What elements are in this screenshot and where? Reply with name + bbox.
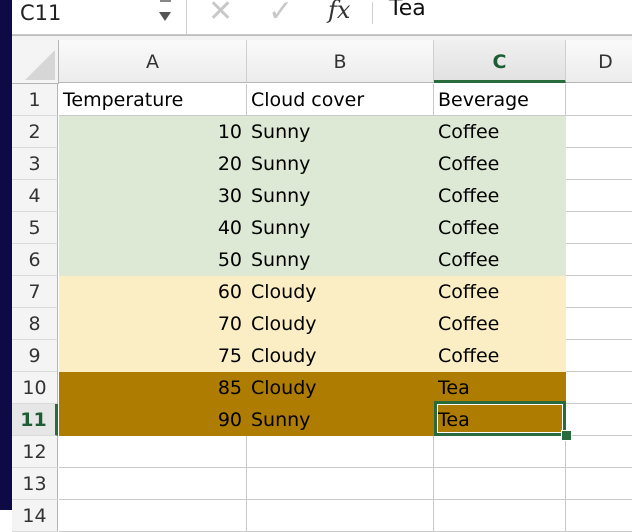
cell-d3[interactable] bbox=[566, 148, 632, 180]
cell-b12[interactable] bbox=[247, 436, 434, 468]
cell-d7[interactable] bbox=[566, 276, 632, 308]
cell-a14[interactable] bbox=[59, 500, 247, 532]
insert-function-button[interactable]: fx bbox=[328, 0, 350, 24]
cell-b9[interactable]: Cloudy bbox=[247, 340, 434, 372]
row-header-12[interactable]: 12 bbox=[12, 436, 58, 468]
cell-a5[interactable]: 40 bbox=[59, 212, 247, 244]
column-header-b[interactable]: B bbox=[247, 40, 434, 83]
divider bbox=[186, 0, 187, 34]
cell-a3[interactable]: 20 bbox=[59, 148, 247, 180]
row-header-3[interactable]: 3 bbox=[12, 148, 58, 180]
cell-b10[interactable]: Cloudy bbox=[247, 372, 434, 404]
cell-a10[interactable]: 85 bbox=[59, 372, 247, 404]
cell-d8[interactable] bbox=[566, 308, 632, 340]
row-header-14[interactable]: 14 bbox=[12, 500, 58, 532]
cell-d1[interactable] bbox=[566, 84, 632, 116]
row-header-11[interactable]: 11 bbox=[12, 404, 58, 436]
cell-c3[interactable]: Coffee bbox=[434, 148, 566, 180]
cell-b8[interactable]: Cloudy bbox=[247, 308, 434, 340]
name-box-dropdown[interactable] bbox=[158, 0, 174, 30]
row-header-13[interactable]: 13 bbox=[12, 468, 58, 500]
cell-d4[interactable] bbox=[566, 180, 632, 212]
row-header-4[interactable]: 4 bbox=[12, 180, 58, 212]
column-header-d[interactable]: D bbox=[566, 40, 632, 83]
cell-d11[interactable] bbox=[566, 404, 632, 436]
row-header-10[interactable]: 10 bbox=[12, 372, 58, 404]
row-header-1[interactable]: 1 bbox=[12, 84, 58, 116]
cell-d12[interactable] bbox=[566, 436, 632, 468]
cell-a2[interactable]: 10 bbox=[59, 116, 247, 148]
cell-d14[interactable] bbox=[566, 500, 632, 532]
row-header-8[interactable]: 8 bbox=[12, 308, 58, 340]
cell-d2[interactable] bbox=[566, 116, 632, 148]
cell-a11[interactable]: 90 bbox=[59, 404, 247, 436]
scroll-up-icon bbox=[160, 0, 171, 2]
cell-b5[interactable]: Sunny bbox=[247, 212, 434, 244]
enter-check-icon[interactable]: ✓ bbox=[268, 0, 293, 29]
cell-b4[interactable]: Sunny bbox=[247, 180, 434, 212]
divider bbox=[372, 2, 373, 24]
cell-a9[interactable]: 75 bbox=[59, 340, 247, 372]
cell-a4[interactable]: 30 bbox=[59, 180, 247, 212]
row-header-6[interactable]: 6 bbox=[12, 244, 58, 276]
select-all-button[interactable] bbox=[12, 40, 59, 84]
cell-c1[interactable]: Beverage bbox=[434, 84, 566, 116]
cell-a1[interactable]: Temperature bbox=[59, 84, 247, 116]
row-header-2[interactable]: 2 bbox=[12, 116, 58, 148]
cell-c4[interactable]: Coffee bbox=[434, 180, 566, 212]
cell-d10[interactable] bbox=[566, 372, 632, 404]
cell-d9[interactable] bbox=[566, 340, 632, 372]
formula-input[interactable]: Tea bbox=[389, 0, 426, 21]
cell-a12[interactable] bbox=[59, 436, 247, 468]
cell-b2[interactable]: Sunny bbox=[247, 116, 434, 148]
cell-c8[interactable]: Coffee bbox=[434, 308, 566, 340]
cell-c13[interactable] bbox=[434, 468, 566, 500]
row-header-5[interactable]: 5 bbox=[12, 212, 58, 244]
cell-c14[interactable] bbox=[434, 500, 566, 532]
column-header-c[interactable]: C bbox=[434, 40, 566, 83]
cell-d5[interactable] bbox=[566, 212, 632, 244]
cell-a7[interactable]: 60 bbox=[59, 276, 247, 308]
cancel-icon[interactable]: ✕ bbox=[208, 0, 233, 29]
row-header-7[interactable]: 7 bbox=[12, 276, 58, 308]
cell-b1[interactable]: Cloud cover bbox=[247, 84, 434, 116]
cell-c12[interactable] bbox=[434, 436, 566, 468]
fill-handle[interactable] bbox=[561, 430, 572, 441]
cell-d6[interactable] bbox=[566, 244, 632, 276]
cell-a13[interactable] bbox=[59, 468, 247, 500]
cell-d13[interactable] bbox=[566, 468, 632, 500]
cell-c10[interactable]: Tea bbox=[434, 372, 566, 404]
cell-c9[interactable]: Coffee bbox=[434, 340, 566, 372]
cell-b14[interactable] bbox=[247, 500, 434, 532]
cell-c2[interactable]: Coffee bbox=[434, 116, 566, 148]
cell-b7[interactable]: Cloudy bbox=[247, 276, 434, 308]
cell-b11[interactable]: Sunny bbox=[247, 404, 434, 436]
cell-c5[interactable]: Coffee bbox=[434, 212, 566, 244]
select-all-triangle-icon bbox=[25, 50, 55, 80]
cell-c6[interactable]: Coffee bbox=[434, 244, 566, 276]
chevron-down-icon bbox=[159, 12, 171, 21]
selected-cell-border bbox=[434, 401, 566, 436]
cell-b6[interactable]: Sunny bbox=[247, 244, 434, 276]
cell-a6[interactable]: 50 bbox=[59, 244, 247, 276]
cell-a8[interactable]: 70 bbox=[59, 308, 247, 340]
column-header-a[interactable]: A bbox=[59, 40, 247, 83]
name-box[interactable]: C11 bbox=[20, 0, 160, 30]
cell-b13[interactable] bbox=[247, 468, 434, 500]
cell-c7[interactable]: Coffee bbox=[434, 276, 566, 308]
window-edge bbox=[0, 0, 12, 510]
row-header-9[interactable]: 9 bbox=[12, 340, 58, 372]
cell-b3[interactable]: Sunny bbox=[247, 148, 434, 180]
